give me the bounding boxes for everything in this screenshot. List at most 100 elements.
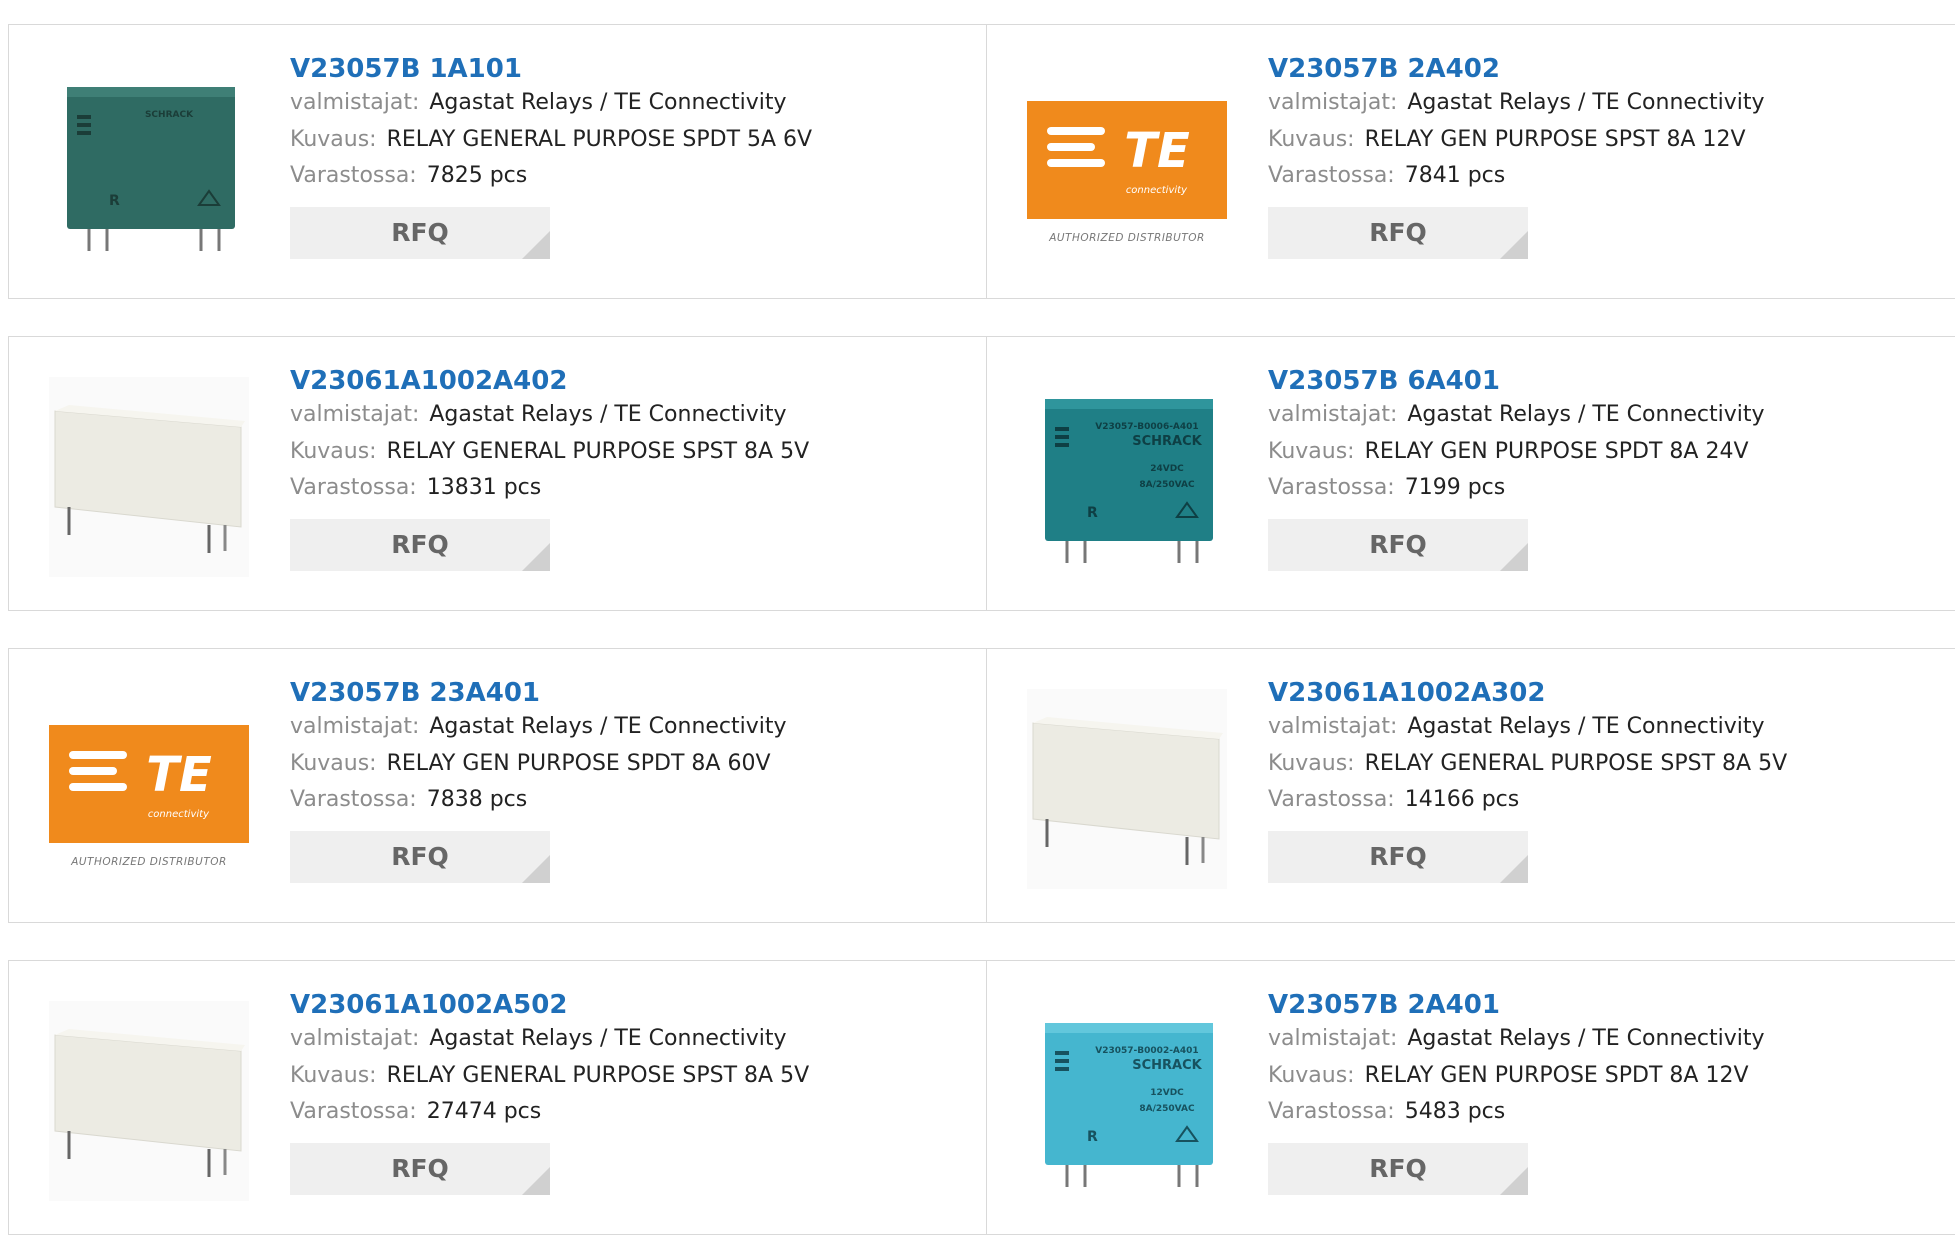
- product-image[interactable]: SCHRACK R: [49, 65, 249, 265]
- product-image[interactable]: V23057-B0002-A401 SCHRACK 12VDC 8A/250VAC R: [1027, 1001, 1227, 1201]
- stock-value: 7199 pcs: [1404, 475, 1506, 500]
- corner-decoration: [1500, 1166, 1528, 1195]
- svg-text:V23057-B0002-A401: V23057-B0002-A401: [1095, 1046, 1198, 1056]
- svg-text:TE: TE: [1124, 123, 1190, 179]
- svg-text:AUTHORIZED DISTRIBUTOR: AUTHORIZED DISTRIBUTOR: [70, 856, 227, 868]
- svg-text:24VDC: 24VDC: [1150, 464, 1184, 474]
- description-row: Kuvaus: RELAY GENERAL PURPOSE SPST 8A 5V: [290, 434, 809, 471]
- corner-decoration: [1500, 542, 1528, 571]
- corner-decoration: [522, 1166, 550, 1195]
- manufacturer-row: valmistajat: Agastat Relays / TE Connecti…: [290, 85, 812, 122]
- description-row: Kuvaus: RELAY GENERAL PURPOSE SPDT 5A 6V: [290, 122, 812, 159]
- svg-text:TE: TE: [146, 747, 212, 803]
- rfq-button[interactable]: RFQ: [290, 830, 550, 883]
- stock-label: Varastossa:: [1268, 787, 1395, 812]
- description-label: Kuvaus:: [290, 1062, 377, 1088]
- rfq-label: RFQ: [391, 218, 449, 247]
- part-number-link[interactable]: V23061A1002A302: [1268, 677, 1787, 709]
- description-label: Kuvaus:: [290, 438, 377, 464]
- manufacturer-row: valmistajat: Agastat Relays / TE Connecti…: [1268, 397, 1765, 434]
- product-image[interactable]: TE connectivity AUTHORIZED DISTRIBUTOR: [49, 689, 249, 889]
- stock-row: Varastossa: 27474 pcs: [290, 1094, 809, 1131]
- stock-value: 7838 pcs: [426, 787, 528, 812]
- part-number-link[interactable]: V23057B 2A402: [1268, 53, 1765, 85]
- description-label: Kuvaus:: [1268, 750, 1355, 776]
- part-number-link[interactable]: V23057B 1A101: [290, 53, 812, 85]
- part-number-link[interactable]: V23061A1002A502: [290, 989, 809, 1021]
- stock-row: Varastossa: 13831 pcs: [290, 470, 809, 507]
- product-card: TE connectivity AUTHORIZED DISTRIBUTOR V23…: [8, 648, 987, 923]
- stock-label: Varastossa:: [290, 787, 417, 812]
- rfq-button[interactable]: RFQ: [1268, 1142, 1528, 1195]
- svg-text:R: R: [1087, 1129, 1098, 1145]
- stock-value: 27474 pcs: [426, 1099, 542, 1124]
- manufacturer-label: valmistajat:: [290, 714, 420, 739]
- te-logo-image: TE connectivity AUTHORIZED DISTRIBUTOR: [49, 725, 249, 868]
- relay-image: SCHRACK R: [49, 65, 249, 265]
- description-value: RELAY GEN PURPOSE SPDT 8A 12V: [1364, 1062, 1749, 1088]
- manufacturer-label: valmistajat:: [290, 1026, 420, 1051]
- rfq-button[interactable]: RFQ: [290, 1142, 550, 1195]
- relay-image: [49, 377, 249, 577]
- rfq-button[interactable]: RFQ: [1268, 830, 1528, 883]
- manufacturer-label: valmistajat:: [1268, 402, 1398, 427]
- product-image[interactable]: V23057-B0006-A401 SCHRACK 24VDC 8A/250VAC R: [1027, 377, 1227, 577]
- relay-image: V23057-B0006-A401 SCHRACK 24VDC 8A/250VAC R: [1027, 377, 1227, 577]
- manufacturer-value: Agastat Relays / TE Connectivity: [1407, 90, 1765, 115]
- rfq-label: RFQ: [391, 1154, 449, 1183]
- rfq-label: RFQ: [1369, 530, 1427, 559]
- stock-value: 13831 pcs: [426, 475, 542, 500]
- product-image[interactable]: [49, 1001, 249, 1201]
- description-value: RELAY GENERAL PURPOSE SPST 8A 5V: [386, 1062, 810, 1088]
- manufacturer-row: valmistajat: Agastat Relays / TE Connecti…: [1268, 1021, 1765, 1058]
- svg-text:SCHRACK: SCHRACK: [145, 110, 194, 120]
- description-row: Kuvaus: RELAY GEN PURPOSE SPDT 8A 12V: [1268, 1058, 1765, 1095]
- corner-decoration: [1500, 230, 1528, 259]
- corner-decoration: [522, 542, 550, 571]
- description-value: RELAY GEN PURPOSE SPDT 8A 60V: [386, 750, 771, 776]
- svg-text:connectivity: connectivity: [148, 809, 210, 820]
- rfq-button[interactable]: RFQ: [290, 518, 550, 571]
- manufacturer-row: valmistajat: Agastat Relays / TE Connecti…: [1268, 709, 1787, 746]
- part-number-link[interactable]: V23057B 2A401: [1268, 989, 1765, 1021]
- product-image[interactable]: TE connectivity AUTHORIZED DISTRIBUTOR: [1027, 65, 1227, 265]
- stock-value: 7825 pcs: [426, 163, 528, 188]
- rfq-label: RFQ: [1369, 218, 1427, 247]
- corner-decoration: [1500, 854, 1528, 883]
- product-card: TE connectivity AUTHORIZED DISTRIBUTOR V23…: [986, 24, 1955, 299]
- product-card: V23057-B0006-A401 SCHRACK 24VDC 8A/250VAC R …: [986, 336, 1955, 611]
- rfq-label: RFQ: [391, 842, 449, 871]
- product-card: V23061A1002A402 valmistajat: Agastat Rela…: [8, 336, 987, 611]
- description-value: RELAY GEN PURPOSE SPST 8A 12V: [1364, 126, 1746, 152]
- stock-row: Varastossa: 7838 pcs: [290, 782, 787, 819]
- te-logo-image: TE connectivity AUTHORIZED DISTRIBUTOR: [1027, 101, 1227, 244]
- manufacturer-row: valmistajat: Agastat Relays / TE Connecti…: [290, 397, 809, 434]
- svg-text:SCHRACK: SCHRACK: [1132, 1058, 1202, 1073]
- part-number-link[interactable]: V23057B 6A401: [1268, 365, 1765, 397]
- rfq-button[interactable]: RFQ: [1268, 206, 1528, 259]
- relay-image: [1027, 689, 1227, 889]
- product-image[interactable]: [1027, 689, 1227, 889]
- corner-decoration: [522, 230, 550, 259]
- svg-text:SCHRACK: SCHRACK: [1132, 434, 1202, 449]
- stock-row: Varastossa: 7825 pcs: [290, 158, 812, 195]
- corner-decoration: [522, 854, 550, 883]
- relay-image: [49, 1001, 249, 1201]
- manufacturer-value: Agastat Relays / TE Connectivity: [429, 1026, 787, 1051]
- product-image[interactable]: [49, 377, 249, 577]
- manufacturer-row: valmistajat: Agastat Relays / TE Connecti…: [1268, 85, 1765, 122]
- description-row: Kuvaus: RELAY GEN PURPOSE SPST 8A 12V: [1268, 122, 1765, 159]
- rfq-button[interactable]: RFQ: [1268, 518, 1528, 571]
- stock-label: Varastossa:: [290, 163, 417, 188]
- manufacturer-value: Agastat Relays / TE Connectivity: [1407, 402, 1765, 427]
- svg-text:8A/250VAC: 8A/250VAC: [1139, 1104, 1195, 1114]
- description-label: Kuvaus:: [1268, 126, 1355, 152]
- rfq-button[interactable]: RFQ: [290, 206, 550, 259]
- description-row: Kuvaus: RELAY GENERAL PURPOSE SPST 8A 5V: [290, 1058, 809, 1095]
- stock-label: Varastossa:: [1268, 475, 1395, 500]
- manufacturer-value: Agastat Relays / TE Connectivity: [1407, 714, 1765, 739]
- manufacturer-label: valmistajat:: [1268, 1026, 1398, 1051]
- stock-value: 7841 pcs: [1404, 163, 1506, 188]
- part-number-link[interactable]: V23061A1002A402: [290, 365, 809, 397]
- part-number-link[interactable]: V23057B 23A401: [290, 677, 787, 709]
